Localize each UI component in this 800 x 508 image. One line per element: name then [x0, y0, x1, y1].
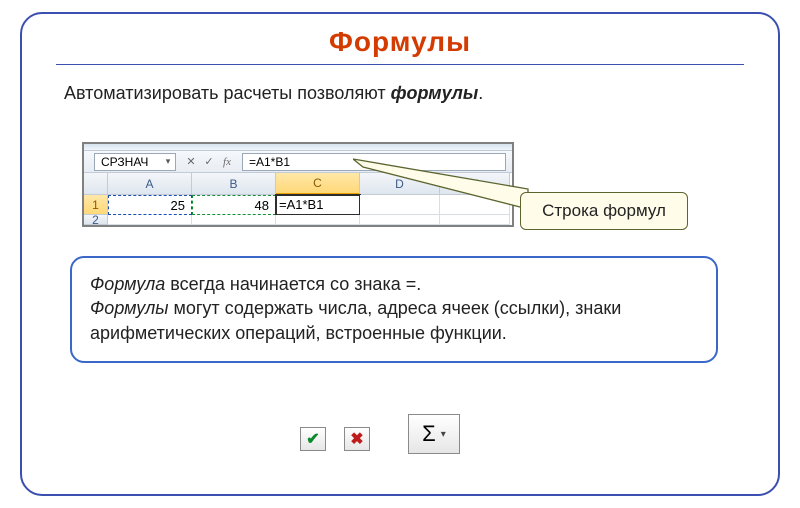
intro-keyword: формулы — [391, 83, 479, 103]
col-header-b[interactable]: B — [192, 173, 276, 195]
name-box-dropdown-icon[interactable]: ▾ — [161, 156, 175, 167]
intro-text: Автоматизировать расчеты позволяют форму… — [64, 83, 778, 104]
formula-bar-text: =A1*B1 — [249, 155, 290, 169]
cross-icon: ✖ — [350, 429, 363, 449]
callout-label: Строка формул — [520, 192, 688, 230]
name-box[interactable]: СРЗНАЧ ▾ — [94, 153, 176, 171]
info-keyword-1: Формула — [90, 274, 165, 294]
info-keyword-2: Формулы — [90, 298, 168, 318]
fx-icon[interactable]: fx — [218, 154, 236, 170]
select-all-corner[interactable] — [84, 173, 108, 195]
cell-e2[interactable] — [440, 215, 510, 225]
col-header-a[interactable]: A — [108, 173, 192, 195]
card: Формулы Автоматизировать расчеты позволя… — [20, 12, 780, 496]
name-box-value: СРЗНАЧ — [101, 155, 148, 169]
formula-bar-row: СРЗНАЧ ▾ ✕ ✓ fx =A1*B1 — [84, 151, 512, 173]
cell-d1[interactable] — [360, 195, 440, 215]
cell-d2[interactable] — [360, 215, 440, 225]
dropdown-icon: ▾ — [441, 429, 446, 440]
check-icon: ✔ — [306, 429, 319, 449]
sigma-icon: Σ — [422, 421, 436, 447]
intro-suffix: . — [478, 83, 483, 103]
bottom-buttons: ✔ ✖ Σ ▾ — [300, 424, 460, 454]
info-text-1: всегда начинается со знака =. — [165, 274, 421, 294]
col-header-e[interactable]: E — [440, 173, 510, 195]
cell-e1[interactable] — [440, 195, 510, 215]
accept-button[interactable]: ✔ — [300, 427, 326, 451]
info-box: Формула всегда начинается со знака =. Фо… — [70, 256, 718, 363]
cell-a1[interactable]: 25 — [108, 195, 192, 215]
row-header-2[interactable]: 2 — [84, 215, 108, 225]
cell-b2[interactable] — [192, 215, 276, 225]
slide: Формулы Автоматизировать расчеты позволя… — [0, 0, 800, 508]
autosum-button[interactable]: Σ ▾ — [408, 414, 460, 454]
formula-buttons: ✕ ✓ fx — [182, 154, 236, 170]
info-text-2: могут содержать числа, адреса ячеек (ссы… — [90, 298, 621, 342]
cell-b1[interactable]: 48 — [192, 195, 276, 215]
title: Формулы — [22, 26, 778, 58]
intro-prefix: Автоматизировать расчеты позволяют — [64, 83, 391, 103]
excel-ribbon-strip — [84, 144, 512, 151]
excel-screenshot: СРЗНАЧ ▾ ✕ ✓ fx =A1*B1 A B C D E — [82, 142, 514, 227]
formula-bar-input[interactable]: =A1*B1 — [242, 153, 506, 171]
col-header-d[interactable]: D — [360, 173, 440, 195]
cancel-formula-icon[interactable]: ✕ — [182, 154, 200, 170]
cell-c2[interactable] — [276, 215, 360, 225]
reject-button[interactable]: ✖ — [344, 427, 370, 451]
spreadsheet-grid: A B C D E 1 25 48 =A1*B1 2 — [84, 173, 512, 225]
cell-a2[interactable] — [108, 215, 192, 225]
enter-formula-icon[interactable]: ✓ — [200, 154, 218, 170]
cell-c1[interactable]: =A1*B1 — [276, 195, 360, 215]
col-header-c[interactable]: C — [276, 173, 360, 195]
divider — [56, 64, 744, 65]
